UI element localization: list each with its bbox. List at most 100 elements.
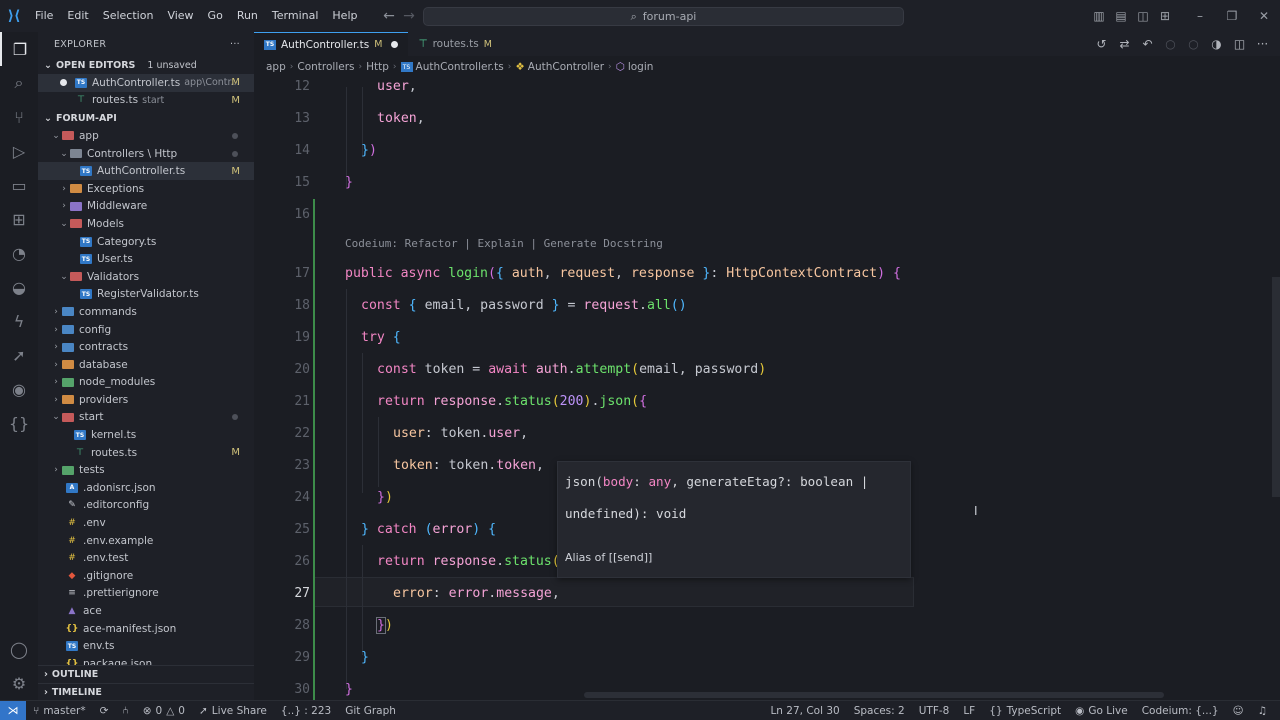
eol-indicator[interactable]: LF — [956, 705, 982, 717]
tree-folder[interactable]: ⌄ start — [38, 409, 254, 427]
tree-folder[interactable]: › node_modules — [38, 374, 254, 392]
account-icon[interactable]: ◯ — [0, 632, 38, 666]
breadcrumb-item[interactable]: AuthController — [528, 61, 604, 73]
tree-file[interactable]: TS Category.ts — [38, 233, 254, 251]
tree-file[interactable]: ✎ .editorconfig — [38, 497, 254, 515]
git-graph-button[interactable]: Git Graph — [338, 705, 403, 717]
language-mode[interactable]: {} TypeScript — [982, 705, 1068, 717]
git-compare-icon[interactable]: ⑃ — [115, 705, 135, 717]
live-share-button[interactable]: ➚ Live Share — [192, 705, 274, 717]
search-icon[interactable]: ⌕ — [0, 66, 38, 100]
remote-indicator-icon[interactable]: ⋊ — [0, 700, 26, 720]
tree-folder[interactable]: › contracts — [38, 338, 254, 356]
minimize-icon[interactable]: – — [1184, 9, 1216, 23]
compare-changes-icon[interactable]: ⇄ — [1115, 37, 1134, 51]
tree-folder[interactable]: › database — [38, 356, 254, 374]
more-actions-icon[interactable]: ··· — [1253, 37, 1272, 51]
open-editor-item[interactable]: ⊤ routes.ts start M — [38, 92, 254, 110]
tree-folder[interactable]: › Middleware — [38, 198, 254, 216]
menu-go[interactable]: Go — [201, 0, 230, 32]
menu-selection[interactable]: Selection — [96, 0, 161, 32]
tab-routes[interactable]: ⊤ routes.ts M — [408, 32, 502, 56]
docker-icon[interactable]: ◒ — [0, 270, 38, 304]
branch-indicator[interactable]: ⑂ master* — [26, 705, 93, 717]
notifications-bell-icon[interactable]: ♫ — [1251, 705, 1274, 717]
menu-run[interactable]: Run — [230, 0, 265, 32]
vertical-scrollbar[interactable] — [1272, 277, 1280, 497]
menu-edit[interactable]: Edit — [60, 0, 95, 32]
git-graph-icon[interactable]: ◔ — [0, 236, 38, 270]
open-editors-section[interactable]: ⌄ OPEN EDITORS 1 unsaved — [38, 56, 254, 74]
more-actions-icon[interactable]: ··· — [230, 39, 240, 50]
extensions-icon[interactable]: ⊞ — [0, 202, 38, 236]
tree-file[interactable]: TS AuthController.ts M — [38, 162, 254, 180]
forward-arrow-icon[interactable]: → — [398, 8, 420, 24]
codeium-status[interactable]: Codeium: {...} — [1135, 705, 1226, 717]
breadcrumb-item[interactable]: Controllers — [297, 61, 354, 73]
revert-icon[interactable]: ↶ — [1138, 37, 1157, 51]
next-change-icon[interactable]: ○ — [1184, 37, 1203, 51]
menu-help[interactable]: Help — [325, 0, 364, 32]
tree-file[interactable]: ≡ .prettierignore — [38, 585, 254, 603]
codeium-icon[interactable]: {} — [0, 406, 38, 440]
feedback-icon[interactable]: ☺ — [1226, 705, 1251, 717]
outline-section[interactable]: › OUTLINE — [38, 665, 254, 683]
tree-folder[interactable]: ⌄ Controllers \ Http — [38, 145, 254, 163]
tree-file[interactable]: A .adonisrc.json — [38, 479, 254, 497]
tree-folder[interactable]: › providers — [38, 391, 254, 409]
restore-icon[interactable]: ❐ — [1216, 9, 1248, 23]
tree-file[interactable]: {} ace-manifest.json — [38, 620, 254, 638]
remote-explorer-icon[interactable]: ▭ — [0, 168, 38, 202]
back-arrow-icon[interactable]: ← — [378, 8, 400, 24]
breadcrumb-item[interactable]: AuthController.ts — [416, 61, 504, 73]
tree-file[interactable]: ⊤ routes.ts M — [38, 444, 254, 462]
toggle-panel-icon[interactable]: ▤ — [1110, 9, 1132, 23]
customize-layout-icon[interactable]: ⊞ — [1154, 9, 1176, 23]
menu-terminal[interactable]: Terminal — [265, 0, 326, 32]
tree-folder[interactable]: ⌄ app — [38, 127, 254, 145]
problems-indicator[interactable]: ⊗ 0 △ 0 — [136, 705, 192, 717]
thunder-client-icon[interactable]: ϟ — [0, 304, 38, 338]
tree-file[interactable]: # .env — [38, 514, 254, 532]
tree-file[interactable]: TS kernel.ts — [38, 426, 254, 444]
run-debug-icon[interactable]: ▷ — [0, 134, 38, 168]
tree-file[interactable]: # .env.example — [38, 532, 254, 550]
tab-authcontroller[interactable]: TS AuthController.ts M — [254, 32, 409, 56]
tree-folder[interactable]: › tests — [38, 461, 254, 479]
open-editor-item[interactable]: TS AuthController.ts app\Contr... M — [38, 74, 254, 92]
explorer-icon[interactable]: ❐ — [0, 32, 38, 66]
toggle-secondary-sidebar-icon[interactable]: ◫ — [1132, 9, 1154, 23]
settings-gear-icon[interactable]: ⚙ — [0, 666, 38, 700]
tree-file[interactable]: TS env.ts — [38, 637, 254, 655]
tree-file[interactable]: ◆ .gitignore — [38, 567, 254, 585]
project-section[interactable]: ⌄ FORUM-API — [38, 109, 254, 127]
previous-change-icon[interactable]: ○ — [1161, 37, 1180, 51]
horizontal-scrollbar[interactable] — [584, 692, 1164, 698]
code-editor[interactable]: 12 13 14 15 16 17 18 19 20 21 22 23 24 2… — [254, 77, 1280, 700]
tree-folder[interactable]: › Exceptions — [38, 180, 254, 198]
breadcrumb-item[interactable]: login — [628, 61, 654, 73]
tree-folder[interactable]: ⌄ Validators — [38, 268, 254, 286]
tree-folder[interactable]: › commands — [38, 303, 254, 321]
symbols-indicator[interactable]: {..} : 223 — [274, 705, 338, 717]
indentation-indicator[interactable]: Spaces: 2 — [847, 705, 912, 717]
timeline-history-icon[interactable]: ↺ — [1092, 37, 1111, 51]
close-icon[interactable]: ✕ — [1248, 9, 1280, 23]
sync-icon[interactable]: ⟳ — [93, 705, 116, 717]
tree-folder[interactable]: ⌄ Models — [38, 215, 254, 233]
menu-file[interactable]: File — [28, 0, 60, 32]
cursor-position[interactable]: Ln 27, Col 30 — [763, 705, 846, 717]
command-center-search[interactable]: ⌕ forum-api — [423, 7, 904, 26]
share-icon[interactable]: ➚ — [0, 338, 38, 372]
codeium-codelens[interactable]: Codeium: Refactor | Explain | Generate D… — [345, 237, 663, 250]
unsaved-dot-icon[interactable] — [391, 41, 399, 48]
toggle-sidebar-icon[interactable]: ▥ — [1088, 9, 1110, 23]
tree-file[interactable]: ▲ ace — [38, 602, 254, 620]
breadcrumb-item[interactable]: Http — [366, 61, 389, 73]
menu-view[interactable]: View — [160, 0, 200, 32]
tree-file[interactable]: TS RegisterValidator.ts — [38, 286, 254, 304]
split-editor-icon[interactable]: ◫ — [1230, 37, 1249, 51]
go-live-button[interactable]: ◉ Go Live — [1068, 705, 1135, 717]
encoding-indicator[interactable]: UTF-8 — [912, 705, 957, 717]
tree-file[interactable]: TS User.ts — [38, 250, 254, 268]
